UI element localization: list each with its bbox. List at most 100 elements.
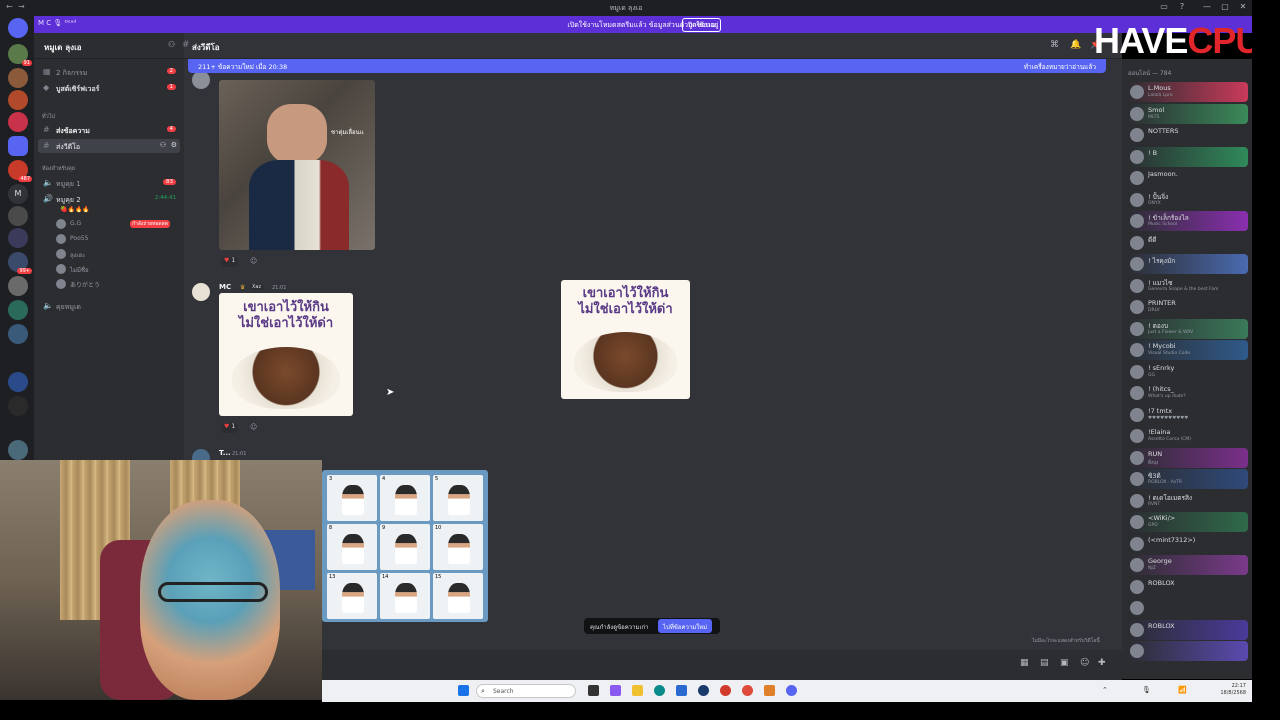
minimize-button[interactable]: — xyxy=(1200,2,1214,14)
member-row[interactable]: ! sEnrky GG xyxy=(1128,362,1248,382)
voice-user[interactable]: Poo55 xyxy=(56,233,180,246)
member-row[interactable] xyxy=(1128,641,1248,661)
threads-icon[interactable]: ⌘ xyxy=(1050,40,1059,50)
sticker-icon[interactable]: ▣ xyxy=(1060,658,1069,668)
m-server-icon[interactable]: M xyxy=(8,184,28,204)
sidebar-item-activities[interactable]: ▦ 2 กิจกรรม 2 xyxy=(38,65,180,79)
reaction-heart[interactable]: ♥ 1 xyxy=(221,257,239,267)
member-row[interactable]: ซิ3ดิ ROBLOX · AsTR xyxy=(1128,469,1248,489)
voice-channel-2[interactable]: 🔊 หมูคุย 2 2:44:41 xyxy=(38,192,180,206)
voice-user[interactable]: G.G กำลังถ่ายทอดสด xyxy=(56,218,180,231)
message-author[interactable]: T... xyxy=(219,449,231,457)
tray-chevron-icon[interactable]: ⌃ xyxy=(1102,686,1108,694)
composer-bar[interactable]: ▦ ▤ ▣ ☺ ✚ xyxy=(184,650,1122,680)
add-reaction-icon[interactable]: ☺ xyxy=(250,257,257,265)
app-icon[interactable] xyxy=(764,685,775,696)
member-row[interactable]: NOTTERS xyxy=(1128,125,1248,145)
category-general[interactable]: ทั่วไป xyxy=(42,113,55,121)
voice-user[interactable]: ありがとう xyxy=(56,278,180,291)
server-icon[interactable] xyxy=(8,300,28,320)
discord-icon[interactable] xyxy=(786,685,797,696)
server-icon[interactable] xyxy=(8,112,28,132)
member-row[interactable]: ! Mycobi Visual Studio Code xyxy=(1128,340,1248,360)
member-row[interactable]: !7 tmtx ♥♥♥♥♥♥♥♥♥♥ xyxy=(1128,405,1248,425)
voice-channel-3[interactable]: 🔈 คุยหมูเด xyxy=(38,299,180,313)
home-server-icon[interactable] xyxy=(8,18,28,38)
avatar[interactable] xyxy=(192,283,210,301)
task-view-icon[interactable] xyxy=(588,685,599,696)
photo-attachment[interactable]: ชาตุ่มเลื่อนแ xyxy=(219,80,375,250)
server-icon[interactable] xyxy=(8,372,28,392)
category-voice[interactable]: ห้องสำหรับคุย xyxy=(42,165,75,173)
emoji-icon[interactable]: ☺ xyxy=(1080,658,1089,668)
voice-user[interactable]: ลุงเอะ xyxy=(56,248,180,261)
member-row[interactable]: ! ตองบ Just a Flower & WAV xyxy=(1128,318,1248,339)
gif-icon[interactable]: ▤ xyxy=(1040,658,1049,668)
add-reaction-icon[interactable]: ☺ xyxy=(250,423,257,431)
member-row[interactable]: RUN ดิ้งปุ่ง xyxy=(1128,447,1248,468)
server-icon[interactable] xyxy=(8,348,28,368)
server-icon[interactable]: 487 xyxy=(8,160,32,182)
member-row[interactable]: (<mint7312>) xyxy=(1128,534,1248,554)
voice-user[interactable]: ไม่มีชื่อ xyxy=(56,263,180,276)
maximize-button[interactable]: ▢ xyxy=(1218,2,1232,14)
member-row[interactable]: ! (hitcs_ What's up dude? xyxy=(1128,383,1248,403)
member-row[interactable]: ! แมวไซ Genevra Snape & the best Fam xyxy=(1128,276,1248,296)
taskbar-clock[interactable]: 22:17 18/8/2568 xyxy=(1220,683,1246,697)
member-row[interactable]: ! ข้าเล็กร้องไล Music School xyxy=(1128,211,1248,231)
reaction-heart[interactable]: ♥ 1 xyxy=(221,423,239,433)
member-row[interactable]: ROBLOX xyxy=(1128,577,1248,597)
avatar[interactable] xyxy=(192,71,210,89)
member-row[interactable]: !Elaina Assetto Corsa (CM) xyxy=(1128,426,1248,446)
mic-icon[interactable]: 🎙 xyxy=(1142,686,1151,694)
member-row[interactable]: PRINTER DRLV xyxy=(1128,297,1248,317)
member-row[interactable]: ดีดี xyxy=(1128,233,1248,253)
message-author[interactable]: MC xyxy=(219,283,231,291)
member-row[interactable]: George NJZ xyxy=(1128,555,1248,575)
member-row[interactable]: <WiKi/> GPO xyxy=(1128,512,1248,532)
server-icon[interactable] xyxy=(8,68,28,88)
member-row[interactable]: ! ไรคุงมัก xyxy=(1128,254,1248,274)
invite-icon[interactable]: ⚇ xyxy=(160,141,166,149)
sticker-attachment[interactable]: เขาเอาไว้ให้กิน ไม่ใช่เอาไว้ให้ด่า xyxy=(219,293,353,416)
server-icon[interactable] xyxy=(8,206,28,226)
windows-start-icon[interactable] xyxy=(458,685,469,696)
new-messages-bar[interactable]: 211+ ข้อความใหม่ เมื่อ 20:38 ทำเครื่องหม… xyxy=(188,59,1106,73)
member-row[interactable]: ! ปั้นจิ่ง ONYX xyxy=(1128,190,1248,210)
server-icon[interactable] xyxy=(8,228,28,248)
exercise-collage-image[interactable]: 3 4 5 8 9 10 13 14 15 xyxy=(322,470,488,622)
member-row[interactable]: L.Mous Lalalá Lpro xyxy=(1128,82,1248,102)
member-row[interactable]: Smol MLTS xyxy=(1128,103,1248,124)
inbox-icon[interactable]: ▭ xyxy=(1157,2,1171,14)
voice-channel-1[interactable]: 🔈 หมูคุย 1 83 xyxy=(38,176,180,190)
server-icon[interactable]: 99+ xyxy=(8,252,32,274)
chrome-icon[interactable] xyxy=(720,685,731,696)
mark-read-button[interactable]: ทำเครื่องหมายว่าอ่านแล้ว xyxy=(1024,62,1096,72)
disable-streamer-mode-button[interactable]: ปิดใช้งาน xyxy=(682,18,722,32)
sidebar-item-boost[interactable]: ◆ บูสต์เซิร์ฟเวอร์ 1 xyxy=(38,81,180,95)
bell-icon[interactable]: 🔔 xyxy=(1070,40,1081,50)
app-icon[interactable] xyxy=(742,685,753,696)
server-icon[interactable] xyxy=(8,324,28,344)
sticker-preview[interactable]: เขาเอาไว้ให้กิน ไม่ใช่เอาไว้ให้ด่า xyxy=(561,280,690,399)
close-button[interactable]: ✕ xyxy=(1236,2,1250,14)
gear-icon[interactable]: ⚙ xyxy=(171,141,177,149)
member-row[interactable] xyxy=(1128,598,1248,618)
member-row[interactable]: ! ดเดโอเมตรสิง RVNT xyxy=(1128,491,1248,511)
server-icon[interactable] xyxy=(8,90,28,110)
taskbar-search[interactable]: ⌕ Search xyxy=(476,684,576,698)
apps-icon[interactable]: ✚ xyxy=(1098,658,1106,668)
copilot-icon[interactable] xyxy=(610,685,621,696)
member-row[interactable]: Jasmoon. xyxy=(1128,168,1248,188)
help-icon[interactable]: ? xyxy=(1175,2,1189,14)
member-row[interactable]: ! B xyxy=(1128,146,1248,167)
store-icon[interactable] xyxy=(676,685,687,696)
server-icon[interactable] xyxy=(8,396,28,416)
gift-icon[interactable]: ▦ xyxy=(1020,658,1029,668)
active-server-icon[interactable] xyxy=(8,136,28,156)
channel-send-video[interactable]: # ส่งวีดีโอ ⚇ ⚙ xyxy=(38,139,180,153)
steam-icon[interactable] xyxy=(698,685,709,696)
file-explorer-icon[interactable] xyxy=(632,685,643,696)
network-icon[interactable]: 📶 xyxy=(1178,686,1187,694)
server-icon[interactable] xyxy=(8,276,28,296)
